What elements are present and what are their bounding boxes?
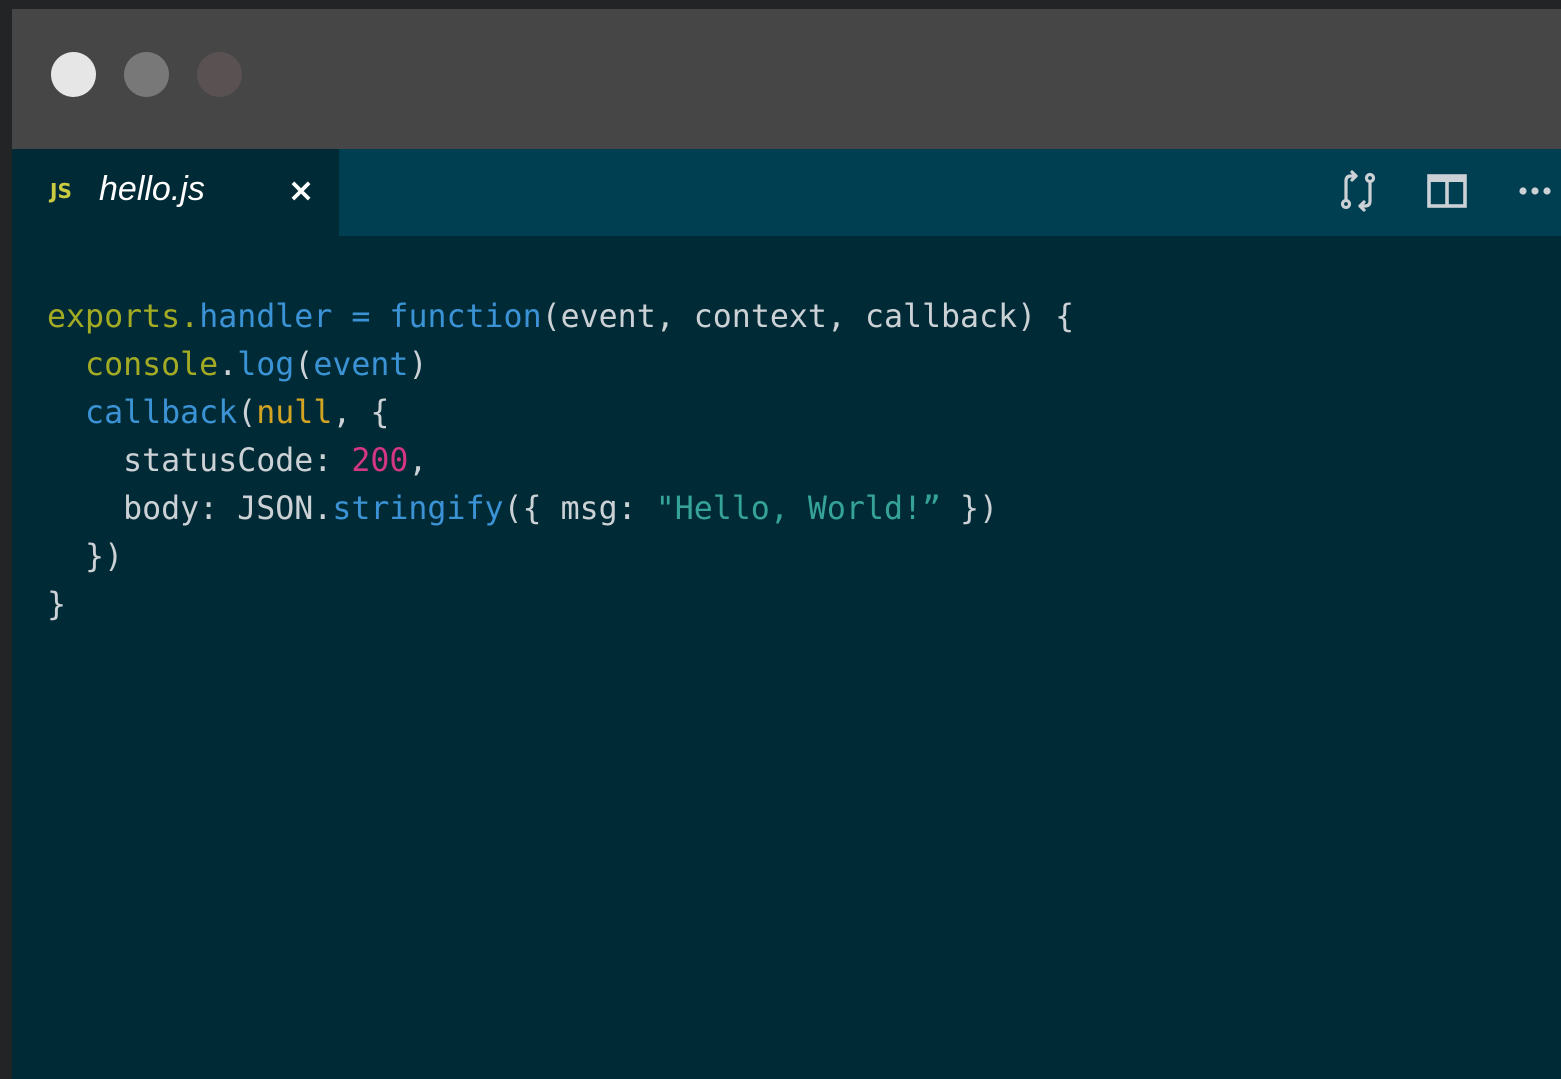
code-line: exports.handler = function(event, contex… — [47, 293, 1074, 341]
code-token: stringify — [332, 491, 504, 527]
tab-bar: JS hello.js × — [12, 149, 1561, 236]
more-actions-button[interactable] — [1515, 169, 1561, 213]
code-line: callback(null, { — [47, 389, 1074, 437]
split-editor-button[interactable] — [1425, 169, 1469, 213]
close-tab-icon[interactable]: × — [283, 170, 319, 210]
code-token: . — [218, 347, 238, 383]
code-line: body: JSON.stringify({ msg: "Hello, Worl… — [47, 485, 1074, 533]
code-token: statusCode: — [47, 443, 352, 479]
code-token: ( — [237, 395, 257, 431]
editor-window: JS hello.js × exports.handler = function… — [12, 9, 1561, 1079]
code-token: console — [85, 347, 219, 383]
code-token: handler — [199, 299, 333, 335]
open-changes-button[interactable] — [1337, 169, 1381, 213]
code-token: , — [408, 443, 428, 479]
code-token: (event, context, callback) { — [541, 299, 1075, 335]
close-window-button[interactable] — [51, 52, 96, 97]
code-token: body: JSON. — [47, 491, 333, 527]
javascript-file-icon: JS — [50, 179, 72, 203]
code-line: }) — [47, 533, 1074, 581]
code-token: ({ msg: — [503, 491, 656, 527]
open-changes-icon — [1340, 170, 1376, 212]
code-line: statusCode: 200, — [47, 437, 1074, 485]
minimize-window-button[interactable] — [124, 52, 169, 97]
code-token: exports — [47, 299, 181, 335]
code-token: = — [332, 299, 390, 335]
code-token: ) — [408, 347, 428, 383]
code-token: function — [389, 299, 542, 335]
code-token: callback — [85, 395, 238, 431]
tab-label: hello.js — [99, 170, 205, 208]
code-token: 200 — [351, 443, 409, 479]
split-editor-icon — [1427, 174, 1467, 208]
code-token: event — [313, 347, 409, 383]
code-content[interactable]: exports.handler = function(event, contex… — [47, 293, 1074, 629]
code-token: null — [256, 395, 333, 431]
code-token: log — [237, 347, 295, 383]
code-token: ( — [294, 347, 314, 383]
code-token: . — [180, 299, 200, 335]
maximize-window-button[interactable] — [197, 52, 242, 97]
code-editor[interactable]: exports.handler = function(event, contex… — [12, 236, 1561, 1079]
code-token: }) — [941, 491, 999, 527]
tab-hello-js[interactable]: JS hello.js × — [12, 149, 339, 236]
code-token: "Hello, World!” — [655, 491, 942, 527]
code-token: , { — [332, 395, 390, 431]
title-bar — [12, 9, 1561, 149]
more-actions-icon — [1519, 187, 1551, 195]
code-line: console.log(event) — [47, 341, 1074, 389]
code-token: } — [47, 587, 67, 623]
code-line: } — [47, 581, 1074, 629]
code-token: }) — [47, 539, 124, 575]
